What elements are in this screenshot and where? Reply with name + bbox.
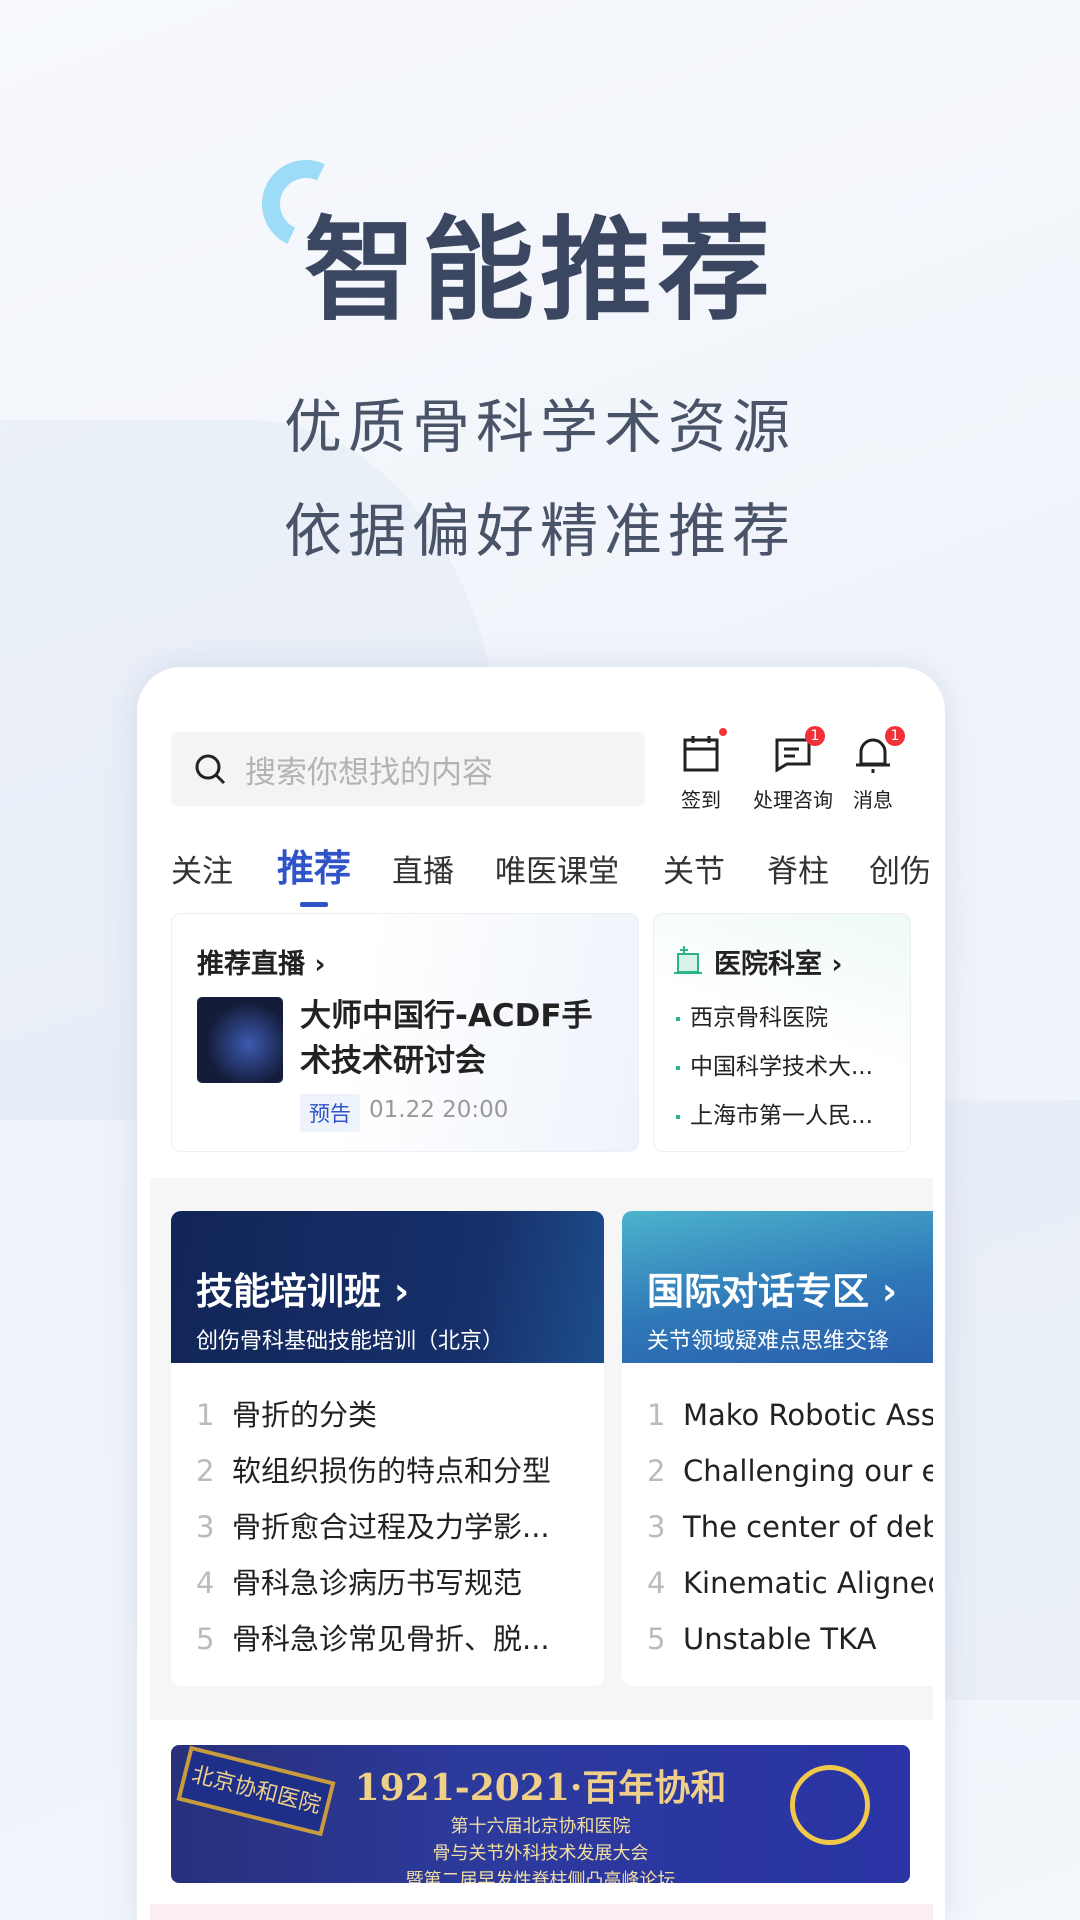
- tab-trauma[interactable]: 创伤: [869, 846, 931, 891]
- list-item[interactable]: 5 骨科急诊常见骨折、脱...: [171, 1611, 604, 1667]
- item-number: 1: [196, 1398, 215, 1432]
- item-title: 软组织损伤的特点和分型: [232, 1454, 552, 1488]
- list-item[interactable]: 1 骨折的分类: [171, 1387, 604, 1443]
- badge-count: 1: [885, 726, 905, 746]
- hospital-icon: [674, 946, 702, 974]
- hospital-item[interactable]: 西京骨科医院: [676, 998, 828, 1032]
- item-title: 骨科急诊病历书写规范: [232, 1566, 523, 1600]
- next-section: [150, 1904, 933, 1920]
- list-item[interactable]: 2 Challenging our e: [622, 1443, 933, 1499]
- app-screen: 搜索你想找的内容 签到 1 处理咨询 1 消息 关注 推荐 直播 唯医课堂 关节…: [150, 680, 933, 1920]
- course-title: 国际对话专区 ›: [647, 1270, 898, 1313]
- list-item[interactable]: 5 Unstable TKA: [622, 1611, 933, 1667]
- notification-dot: [719, 728, 727, 736]
- list-item[interactable]: 4 骨科急诊病历书写规范: [171, 1555, 604, 1611]
- course-header[interactable]: 国际对话专区 › 关节领域疑难点思维交锋: [622, 1211, 933, 1363]
- hospital-header[interactable]: 医院科室 ›: [714, 942, 843, 981]
- item-number: 1: [647, 1398, 666, 1432]
- live-time: 01.22 20:00: [369, 1097, 509, 1123]
- item-title: The center of deb: [683, 1510, 933, 1544]
- active-tab-indicator: [300, 902, 328, 907]
- item-title: Challenging our e: [683, 1454, 933, 1488]
- item-title: Mako Robotic Assisted: [683, 1398, 933, 1432]
- item-number: 5: [647, 1622, 666, 1656]
- banner-line: 骨与关节外科技术发展大会: [432, 1843, 649, 1864]
- hospital-card[interactable]: 医院科室 › 西京骨科医院 中国科学技术大... 上海市第一人民...: [653, 913, 911, 1152]
- tab-live[interactable]: 直播: [392, 846, 454, 891]
- hero-subtitle-1: 优质骨科学术资源: [283, 393, 796, 461]
- recommended-live-card[interactable]: 推荐直播 › 大师中国行-ACDF手术技术研讨会 预告 01.22 20:00: [171, 913, 639, 1152]
- bell-icon: 1: [853, 726, 905, 774]
- course-card[interactable]: 技能培训班 › 创伤骨科基础技能培训（北京） 1 骨折的分类 2 软组织损伤的特点和…: [171, 1211, 604, 1686]
- logo-seal: [790, 1765, 870, 1845]
- course-subtitle: 创伤骨科基础技能培训（北京）: [196, 1329, 505, 1354]
- course-subtitle: 关节领域疑难点思维交锋: [647, 1329, 890, 1354]
- course-header[interactable]: 技能培训班 › 创伤骨科基础技能培训（北京）: [171, 1211, 604, 1363]
- banner-line: 暨第二届早发性脊柱侧凸高峰论坛: [405, 1870, 676, 1883]
- live-header[interactable]: 推荐直播 ›: [197, 942, 326, 981]
- hero-subtitle-2: 依据偏好精准推荐: [283, 497, 796, 565]
- item-number: 4: [647, 1566, 666, 1600]
- event-banner[interactable]: 北京协和医院 1921-2021·百年协和 第十六届北京协和医院 骨与关节外科技…: [171, 1745, 910, 1883]
- item-title: Unstable TKA: [683, 1622, 877, 1656]
- search-icon: [195, 754, 226, 785]
- item-title: 骨折愈合过程及力学影...: [232, 1510, 550, 1544]
- list-item[interactable]: 4 Kinematic Aligned: [622, 1555, 933, 1611]
- item-number: 3: [196, 1510, 215, 1544]
- list-item[interactable]: 3 The center of deb: [622, 1499, 933, 1555]
- item-number: 2: [196, 1454, 215, 1488]
- message-icon: 1: [773, 726, 825, 774]
- item-title: Kinematic Aligned: [683, 1566, 933, 1600]
- item-number: 5: [196, 1622, 215, 1656]
- course-card[interactable]: 国际对话专区 › 关节领域疑难点思维交锋 1 Mako Robotic Assis…: [622, 1211, 933, 1686]
- search-placeholder: 搜索你想找的内容: [245, 754, 493, 791]
- tab-course[interactable]: 唯医课堂: [495, 846, 619, 891]
- item-number: 2: [647, 1454, 666, 1488]
- tab-follow[interactable]: 关注: [171, 846, 233, 891]
- item-number: 3: [647, 1510, 666, 1544]
- messages-button[interactable]: 1 消息: [818, 726, 928, 813]
- item-number: 4: [196, 1566, 215, 1600]
- live-title[interactable]: 大师中国行-ACDF手术技术研讨会: [300, 994, 620, 1084]
- list-item[interactable]: 1 Mako Robotic Assisted: [622, 1387, 933, 1443]
- course-title: 技能培训班 ›: [196, 1270, 410, 1313]
- tab-joint[interactable]: 关节: [663, 846, 725, 891]
- tab-recommend[interactable]: 推荐: [277, 838, 351, 892]
- live-thumbnail: [197, 997, 283, 1083]
- hero-title: 智能推荐: [304, 206, 776, 336]
- tab-spine[interactable]: 脊柱: [767, 846, 829, 891]
- list-item[interactable]: 3 骨折愈合过程及力学影...: [171, 1499, 604, 1555]
- list-item[interactable]: 2 软组织损伤的特点和分型: [171, 1443, 604, 1499]
- calendar-icon: [681, 728, 727, 774]
- status-badge: 预告: [300, 1094, 360, 1132]
- tab-bar: 关注 推荐 直播 唯医课堂 关节 脊柱 创伤: [171, 838, 933, 898]
- item-title: 骨科急诊常见骨折、脱...: [232, 1622, 550, 1656]
- hospital-item[interactable]: 上海市第一人民...: [676, 1096, 873, 1130]
- search-input[interactable]: 搜索你想找的内容: [171, 732, 645, 806]
- hospital-item[interactable]: 中国科学技术大...: [676, 1047, 873, 1081]
- messages-label: 消息: [853, 788, 893, 812]
- item-title: 骨折的分类: [232, 1398, 378, 1432]
